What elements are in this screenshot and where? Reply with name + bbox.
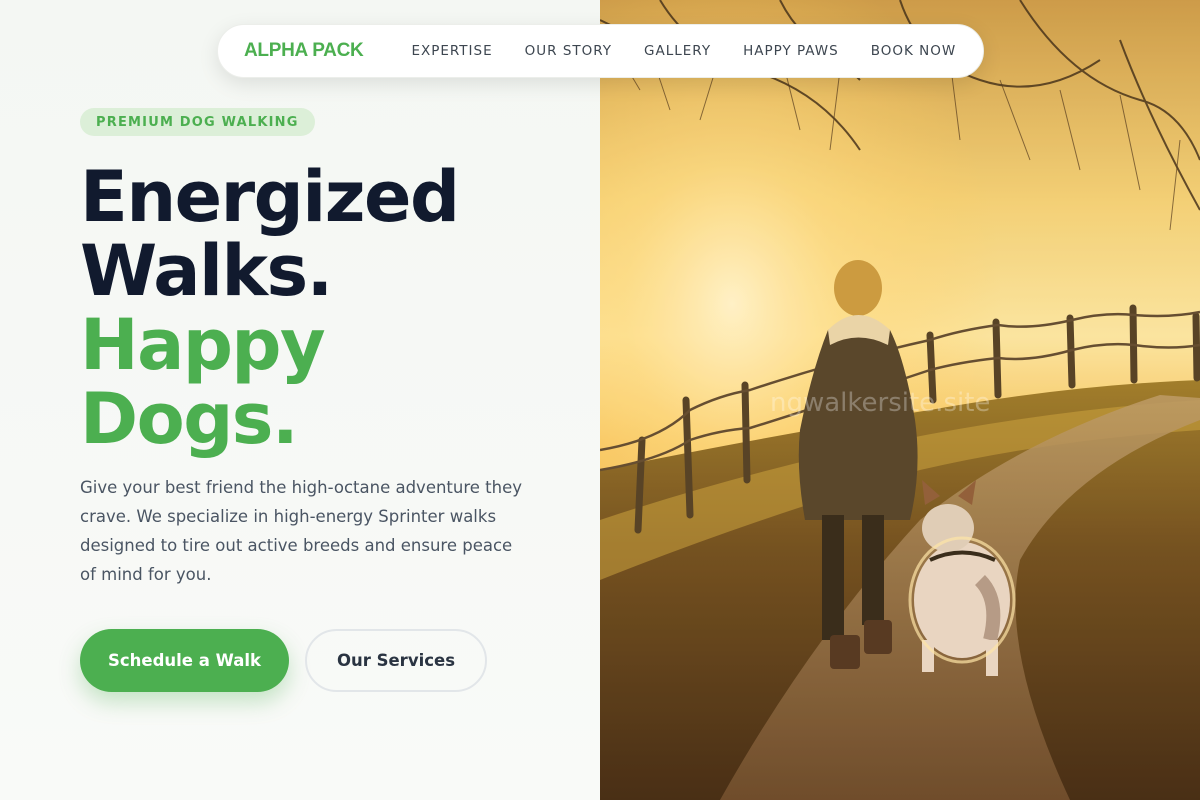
- schedule-walk-button[interactable]: Schedule a Walk: [80, 629, 289, 692]
- headline-line-2: Walks.: [80, 230, 333, 312]
- nav-link-book-now[interactable]: BOOK NOW: [871, 43, 957, 59]
- our-services-button[interactable]: Our Services: [305, 629, 487, 692]
- hero-photo: ngwalkersite.site: [600, 0, 1200, 800]
- nav-link-gallery[interactable]: GALLERY: [644, 43, 711, 59]
- headline-line-3: Happy: [80, 304, 326, 386]
- hero-description: Give your best friend the high-octane ad…: [80, 478, 523, 584]
- headline-line-1: Energized: [80, 156, 460, 238]
- top-navbar: ALPHA PACK EXPERTISE OUR STORY GALLERY H…: [217, 24, 984, 78]
- nav-link-expertise[interactable]: EXPERTISE: [411, 43, 492, 59]
- nav-link-our-story[interactable]: OUR STORY: [525, 43, 612, 59]
- photo-watermark: ngwalkersite.site: [770, 388, 991, 418]
- nav-link-happy-paws[interactable]: HAPPY PAWS: [743, 43, 839, 59]
- hero-headline: Energized Walks. Happy Dogs.: [80, 156, 460, 460]
- hero-badge: PREMIUM DOG WALKING: [80, 108, 315, 136]
- brand-logo[interactable]: ALPHA PACK: [244, 40, 364, 62]
- headline-line-4: Dogs.: [80, 378, 299, 460]
